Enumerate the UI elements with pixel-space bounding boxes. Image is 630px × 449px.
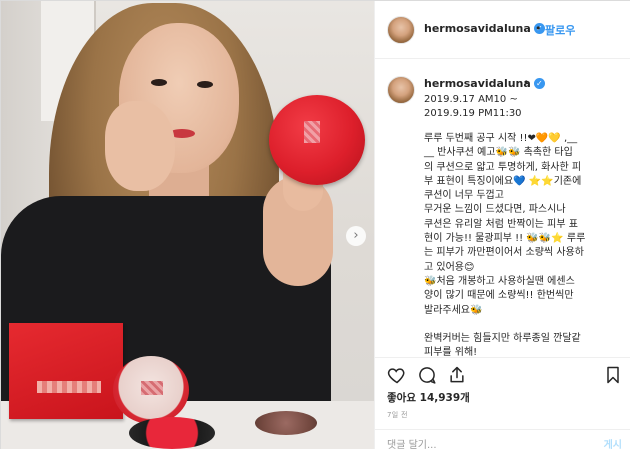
chevron-right-icon[interactable]: › (346, 226, 366, 246)
caption-line: 발라주세요🐝 (424, 304, 483, 316)
comment-bar: 댓글 달기... 게시 (375, 429, 630, 449)
username-text[interactable]: hermosavidaluna (424, 22, 531, 35)
model-eye (197, 81, 213, 88)
caption-line: 🐝처음 개봉하고 사용하실땐 에센스 (424, 275, 575, 287)
caption-line: 쿠션이 너무 두껍고 (424, 190, 504, 202)
caption-line: 쿠션은 유리알 처럼 반짝이는 피부 표 (424, 218, 578, 230)
caption-line: 피부를 위해! (424, 347, 478, 357)
blurred-logo (304, 121, 320, 143)
follow-button[interactable]: 팔로우 (545, 22, 575, 38)
post-side-panel: hermosavidaluna ✓ • 팔로우 hermosavidaluna ✓ … (374, 1, 630, 449)
comment-input[interactable]: 댓글 달기... (387, 436, 437, 449)
caption-date: 2019.9.19 PM11:30 (424, 108, 522, 119)
comment-icon[interactable] (417, 365, 437, 385)
instagram-post: › hermosavidaluna ✓ • 팔로우 hermosavidaluna… (0, 0, 630, 449)
separator-dot: • (523, 76, 530, 89)
avatar[interactable] (387, 16, 415, 44)
caption-line: __ 반사쿠션 예고🐝🐝 촉촉한 타입 (424, 147, 573, 159)
share-icon[interactable] (447, 365, 467, 385)
verified-badge-icon: ✓ (533, 78, 545, 89)
username-text[interactable]: hermosavidaluna (424, 77, 531, 90)
caption-line: 양이 많기 때문에 소량씩!! 한번씩만 (424, 290, 574, 302)
caption-line: 무거운 느낌이 드셨다면, 파스시나 (424, 204, 566, 216)
caption-line: 부 표현이 특징이에요💙 ⭐⭐기존에 (424, 175, 582, 187)
post-header: hermosavidaluna ✓ • 팔로우 (375, 1, 630, 59)
caption-line: 의 쿠션으로 얇고 투명하게, 화사한 피 (424, 161, 582, 173)
caption-line: 완벽커버는 힘들지만 하루종일 깐달같 (424, 332, 581, 344)
caption-line: 루루 두번째 공구 시작 !!❤🧡💛 ,__ (424, 133, 578, 144)
heart-icon[interactable] (387, 365, 407, 385)
separator-dot: • (535, 22, 542, 35)
caption-line: 는 피부가 까만편이어서 소량씩 사용하 (424, 247, 584, 259)
cushion-puff (255, 411, 317, 435)
caption-line: 현이 가능!! 물광피부 !! 🐝🐝⭐ 루루 (424, 233, 586, 245)
header-username[interactable]: hermosavidaluna ✓ (424, 22, 545, 35)
open-compact-base (129, 417, 215, 449)
caption-text: 루루 두번째 공구 시작 !!❤🧡💛 ,__ __ 반사쿠션 예고🐝🐝 촉촉한 … (424, 132, 624, 357)
caption-area: hermosavidaluna ✓ • 2019.9.17 AM10 ~ 2019… (375, 59, 630, 357)
model-eye (151, 79, 167, 86)
blurred-logo (141, 381, 163, 395)
likes-count[interactable]: 좋아요 14,939개 (387, 390, 470, 405)
caption-date: 2019.9.17 AM10 ~ (424, 94, 518, 105)
post-comment-button[interactable]: 게시 (604, 436, 622, 449)
model-hand (105, 101, 175, 191)
blurred-logo (37, 381, 101, 393)
caption-line: 고 있어용😊 (424, 261, 475, 273)
caption-dates: 2019.9.17 AM10 ~ 2019.9.19 PM11:30 (424, 93, 624, 121)
caption-line (424, 318, 624, 332)
avatar[interactable] (387, 76, 415, 104)
bookmark-icon[interactable] (603, 365, 623, 385)
post-photo[interactable]: › (1, 1, 374, 449)
action-bar (375, 357, 630, 389)
red-product-box (9, 323, 123, 419)
post-timestamp[interactable]: 7일 전 (387, 410, 408, 420)
